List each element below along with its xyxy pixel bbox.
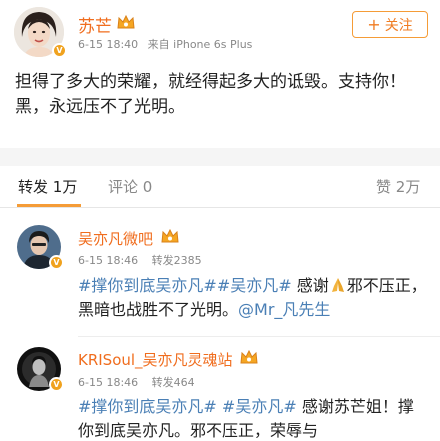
comment-text-part: 感谢: [296, 276, 329, 295]
post-date: 6-15 18:40: [78, 38, 139, 51]
tab-comments-label: 评论: [108, 178, 139, 196]
active-tab-indicator: [17, 204, 81, 207]
hashtag-link[interactable]: #撑你到底吴亦凡#: [78, 397, 217, 416]
tab-comments-count: 0: [142, 178, 153, 196]
repost-list: 吴亦凡微吧 6-15 18:46 转发2385 #撑你到底吴亦凡##吴亦凡# 感…: [0, 208, 440, 441]
follow-label: 关注: [384, 17, 413, 34]
vip-crown-icon: [161, 228, 179, 243]
verified-badge-icon: [52, 43, 67, 58]
post-source: 来自 iPhone 6s Plus: [147, 38, 253, 51]
comment-reposts: 转发464: [151, 376, 195, 389]
verified-badge-icon: [49, 377, 64, 392]
weibo-post: 苏芒 6-15 18:40 来自 iPhone 6s Plus + 关注 担得了…: [0, 0, 440, 148]
comment-reposts: 转发2385: [151, 254, 202, 267]
comment-meta: 6-15 18:46 转发464: [78, 374, 195, 390]
praying-hands-emoji: [331, 278, 344, 292]
comment-text: #撑你到底吴亦凡##吴亦凡# 感谢 邪不压正，黑暗也战胜不了光明。@Mr_凡先生: [78, 274, 428, 322]
post-meta: 6-15 18:40 来自 iPhone 6s Plus: [78, 36, 252, 52]
post-content: 担得了多大的荣耀，就经得起多大的诋毁。支持你！黑，永远压不了光明。: [15, 72, 406, 117]
comment-text: #撑你到底吴亦凡# #吴亦凡# 感谢苏芒姐！撑你到底吴亦凡。邪不压正，荣辱与: [78, 395, 428, 441]
tab-likes-label: 赞: [376, 178, 392, 196]
commenter-name[interactable]: 吴亦凡微吧: [78, 228, 153, 249]
commenter-name[interactable]: KRISoul_吴亦凡灵魂站: [78, 349, 233, 370]
vip-crown-icon: [240, 349, 258, 364]
tab-reposts[interactable]: 转发 1万: [18, 176, 77, 197]
plus-icon: +: [367, 14, 381, 34]
interaction-tabs: 转发 1万 评论 0 赞 2万: [0, 166, 440, 208]
follow-button[interactable]: + 关注: [352, 11, 428, 38]
tab-reposts-label: 转发: [18, 178, 49, 196]
hashtag-link[interactable]: #吴亦凡#: [222, 397, 297, 416]
comment-date: 6-15 18:46: [78, 254, 139, 267]
hashtag-link[interactable]: #吴亦凡#: [217, 276, 292, 295]
divider: [78, 336, 440, 337]
tab-likes[interactable]: 赞 2万: [376, 176, 420, 197]
comment-date: 6-15 18:46: [78, 376, 139, 389]
tab-reposts-count: 1万: [52, 178, 78, 196]
vip-crown-icon: [117, 14, 135, 29]
tab-comments[interactable]: 评论 0: [108, 176, 152, 197]
verified-badge-icon: [49, 255, 64, 270]
hashtag-link[interactable]: #撑你到底吴亦凡#: [78, 276, 217, 295]
mention-link[interactable]: @Mr_凡先生: [238, 300, 330, 319]
author-name[interactable]: 苏芒: [78, 12, 112, 37]
comment-meta: 6-15 18:46 转发2385: [78, 252, 202, 268]
tab-likes-count: 2万: [395, 178, 421, 196]
